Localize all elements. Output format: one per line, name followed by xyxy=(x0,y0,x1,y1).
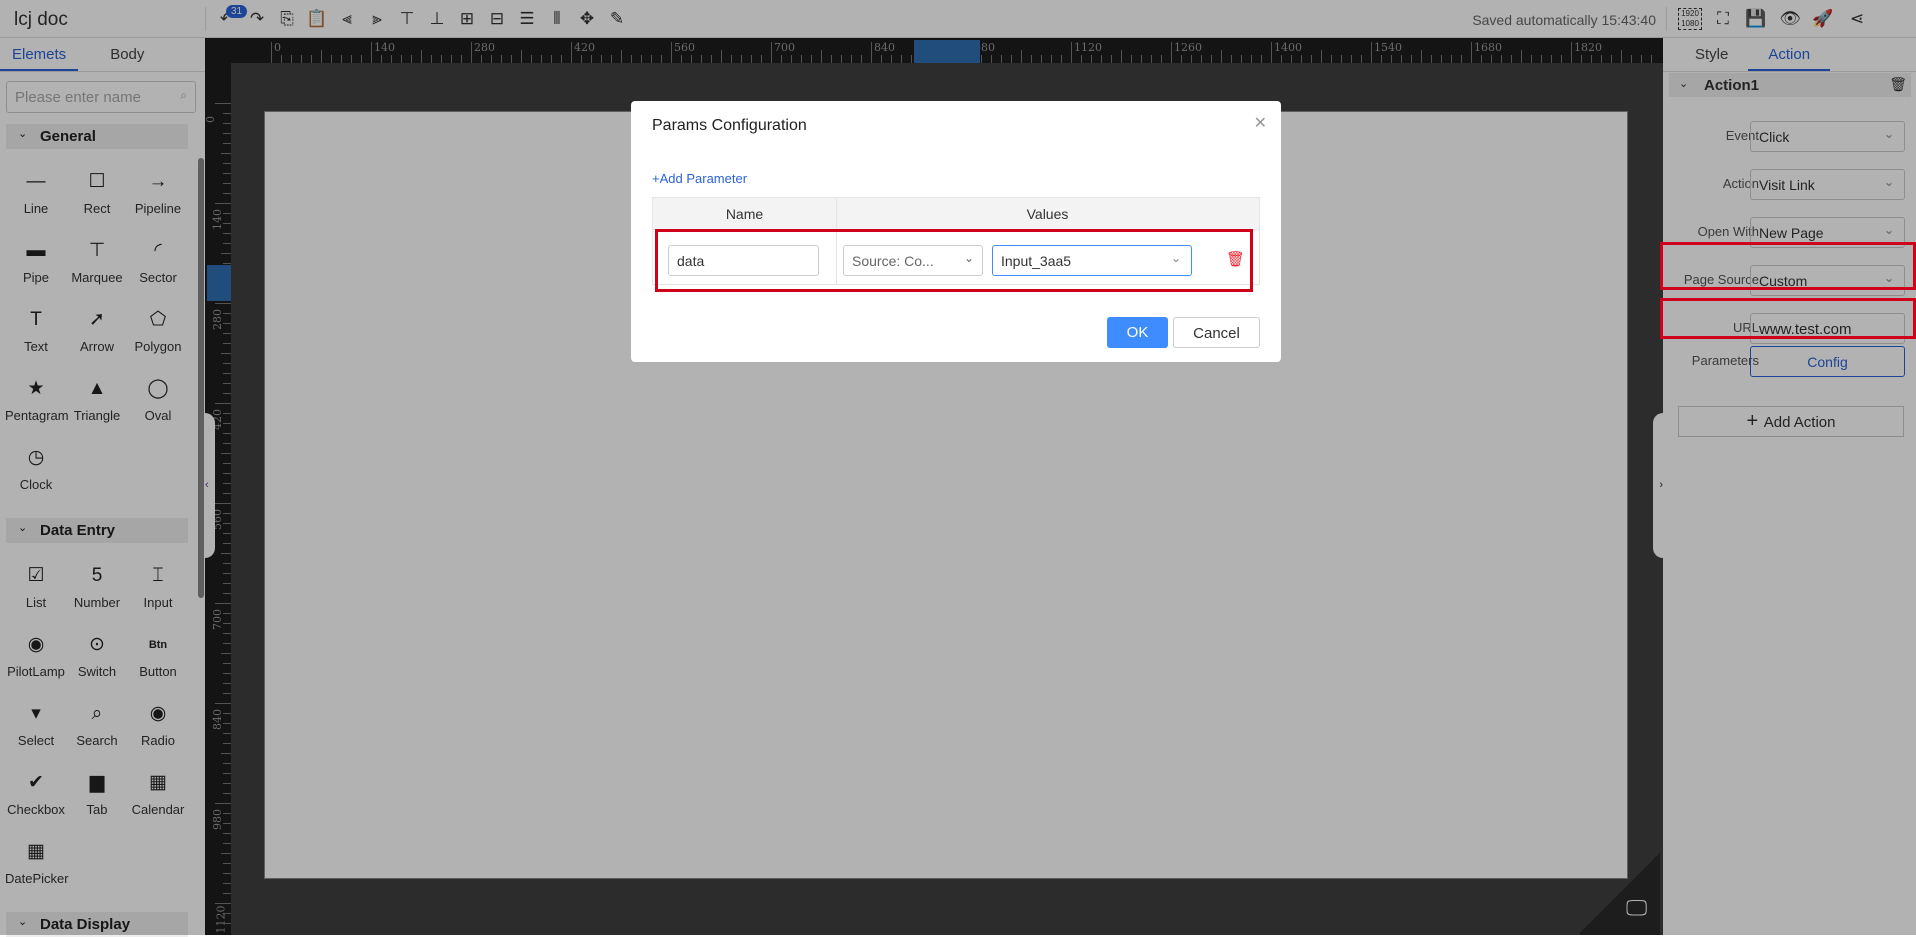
column-header-name: Name xyxy=(725,206,764,222)
ok-button[interactable]: OK xyxy=(1107,317,1168,348)
close-icon[interactable]: ✕ xyxy=(1254,113,1267,133)
add-parameter-button[interactable]: +Add Parameter xyxy=(652,171,747,186)
cancel-button[interactable]: Cancel xyxy=(1173,317,1260,348)
highlight-box xyxy=(1660,242,1916,290)
plus-icon: + xyxy=(652,171,660,186)
dialog-title: Params Configuration xyxy=(652,117,807,134)
highlight-box xyxy=(1660,298,1916,339)
highlight-box xyxy=(655,229,1253,292)
params-configuration-dialog: Params Configuration ✕ +Add Parameter Na… xyxy=(631,101,1281,362)
column-header-values: Values xyxy=(1026,206,1069,222)
add-parameter-label: Add Parameter xyxy=(659,171,748,186)
